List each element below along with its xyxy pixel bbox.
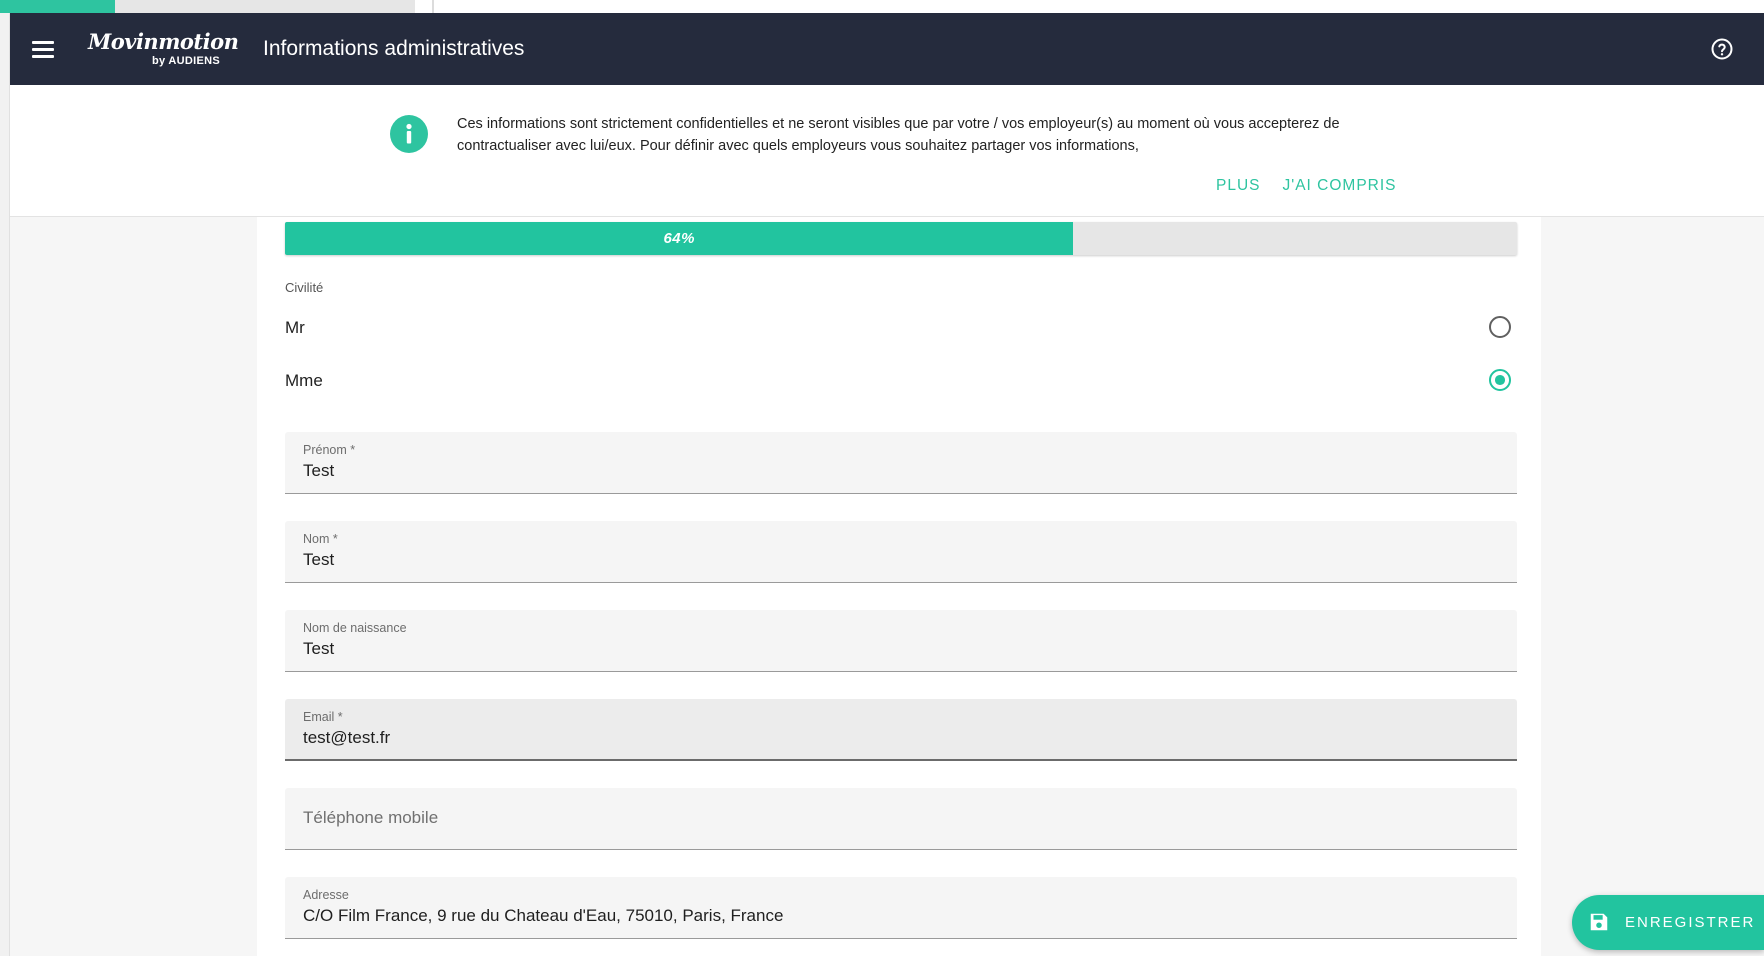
- save-button-label: ENREGISTRER: [1625, 914, 1756, 931]
- field-value[interactable]: Test: [303, 461, 334, 481]
- info-icon: [390, 115, 428, 153]
- tab-divider: [432, 0, 434, 13]
- page-title: Informations administratives: [263, 37, 525, 60]
- more-button[interactable]: PLUS: [1216, 177, 1261, 195]
- banner-message: Ces informations sont strictement confid…: [457, 116, 1340, 154]
- browser-tab-strip: [0, 0, 1764, 13]
- floppy-disk-icon: [1590, 913, 1608, 931]
- completion-progress-bar: 64%: [285, 222, 1517, 255]
- brand-logo[interactable]: Movinmotion by AUDIENS: [88, 29, 239, 71]
- field-value[interactable]: C/O Film France, 9 rue du Chateau d'Eau,…: [303, 906, 783, 926]
- field-label: Prénom *: [303, 443, 356, 457]
- radio-button[interactable]: [1489, 369, 1511, 391]
- progress-label: 64%: [663, 230, 695, 247]
- confidentiality-banner: Ces informations sont strictement confid…: [10, 85, 1764, 217]
- last-name-field[interactable]: Nom * Test: [285, 521, 1517, 583]
- address-field[interactable]: Adresse C/O Film France, 9 rue du Chatea…: [285, 877, 1517, 939]
- civility-option-label: Mme: [285, 371, 323, 390]
- banner-actions: PLUS J'AI COMPRIS: [1216, 177, 1397, 195]
- civility-label: Civilité: [285, 280, 324, 295]
- radio-button[interactable]: [1489, 316, 1511, 338]
- field-label: Nom de naissance: [303, 621, 407, 635]
- inactive-tab[interactable]: [115, 0, 415, 13]
- save-button[interactable]: ENREGISTRER: [1572, 895, 1764, 950]
- right-gutter: [1541, 217, 1764, 956]
- app-bar: Movinmotion by AUDIENS Informations admi…: [10, 13, 1764, 85]
- brand-subtitle: by AUDIENS: [152, 55, 220, 67]
- mobile-phone-field[interactable]: Téléphone mobile: [285, 788, 1517, 850]
- civility-option-mme[interactable]: Mme: [285, 361, 1517, 401]
- field-label: Adresse: [303, 888, 349, 902]
- active-tab-indicator: [0, 0, 115, 13]
- birth-name-field[interactable]: Nom de naissance Test: [285, 610, 1517, 672]
- brand-name: Movinmotion: [88, 29, 239, 54]
- civility-option-label: Mr: [285, 318, 305, 337]
- civility-option-mr[interactable]: Mr: [285, 308, 1517, 348]
- email-field[interactable]: Email * test@test.fr: [285, 699, 1517, 761]
- first-name-field[interactable]: Prénom * Test: [285, 432, 1517, 494]
- hamburger-menu-icon[interactable]: [32, 40, 54, 58]
- field-label: Nom *: [303, 532, 338, 546]
- help-circle-icon[interactable]: [1710, 37, 1734, 61]
- field-placeholder: Téléphone mobile: [303, 808, 439, 827]
- left-gutter: [10, 217, 257, 956]
- form-container: 64% Civilité Mr Mme Prénom * Test Nom * …: [257, 217, 1541, 956]
- left-window-edge: [0, 13, 10, 956]
- field-value[interactable]: Test: [303, 550, 334, 570]
- field-value[interactable]: Test: [303, 639, 334, 659]
- field-label: Email *: [303, 710, 343, 724]
- field-value[interactable]: test@test.fr: [303, 728, 390, 748]
- understood-button[interactable]: J'AI COMPRIS: [1283, 177, 1397, 195]
